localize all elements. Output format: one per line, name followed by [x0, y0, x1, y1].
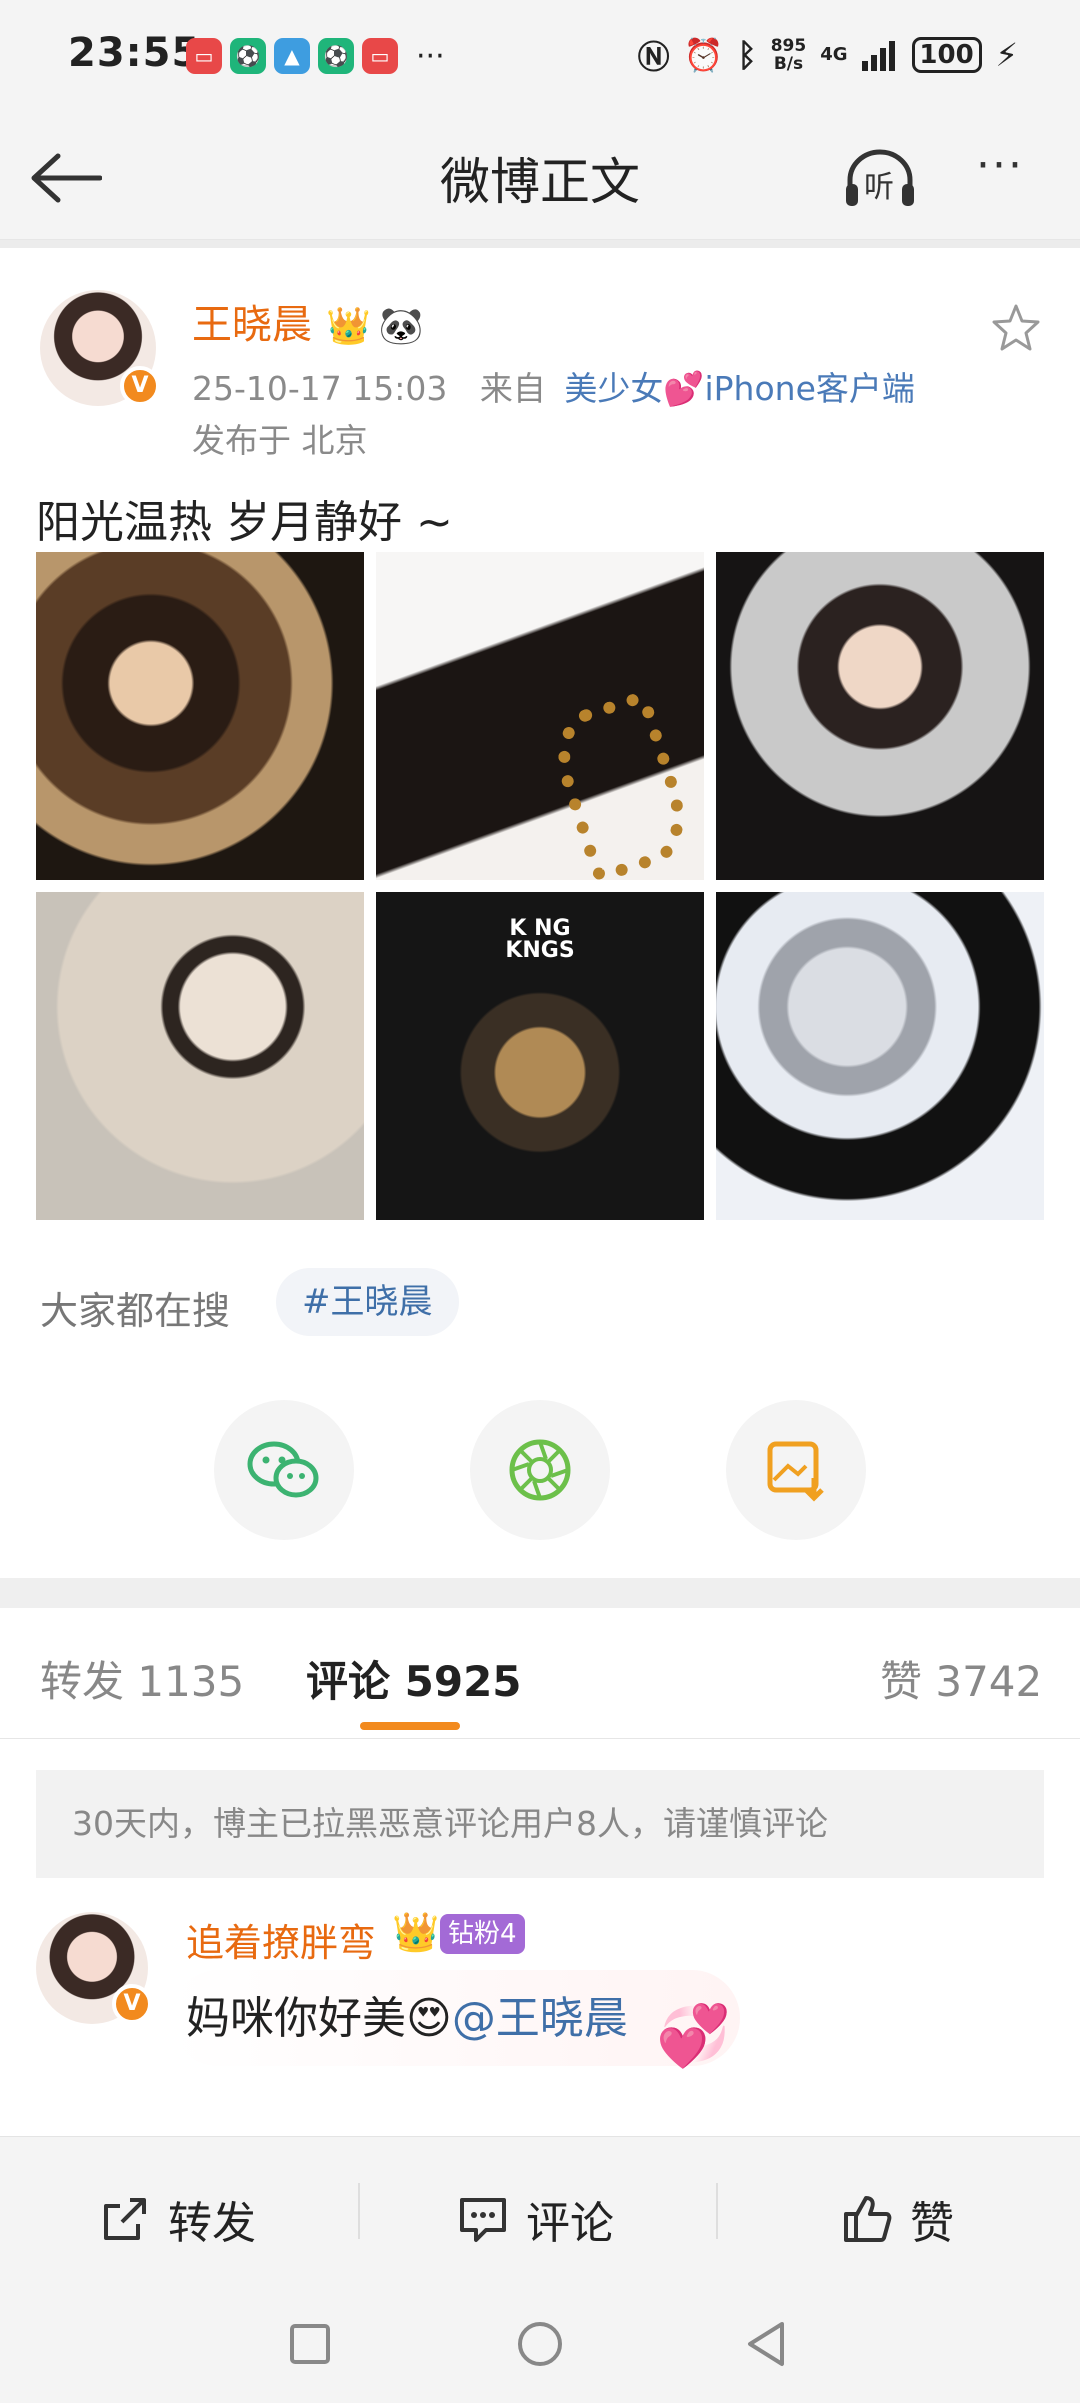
network-type: 4G: [820, 44, 848, 65]
comment-label: 评论: [526, 2198, 614, 2249]
crown-icon: 👑: [326, 306, 371, 347]
post-photo-3[interactable]: [716, 552, 1044, 880]
top-nav-bar: 微博正文 听 ···: [0, 112, 1080, 240]
commenter-name[interactable]: 追着撩胖弯: [186, 1912, 376, 1967]
game-app-icon: ▲: [274, 38, 310, 74]
post-location: 发布于 北京: [192, 421, 368, 460]
verified-badge-icon: V: [120, 366, 160, 406]
notification-icons: ▭ ⚽ ▲ ⚽ ▭ ···: [186, 38, 445, 74]
charging-icon: ⚡: [995, 36, 1018, 74]
mention-link[interactable]: @王晓晨: [452, 1993, 628, 2044]
author-name[interactable]: 王晓晨 👑 🐼: [192, 292, 424, 350]
post-photo-5[interactable]: K NG KNGS: [376, 892, 704, 1220]
status-indicators: Ⓝ ⏰ ᛒ 895 B/s 4G 100 ⚡: [638, 32, 1018, 78]
repost-button[interactable]: 转发: [100, 2187, 256, 2251]
active-tab-indicator: [360, 1722, 460, 1730]
tab-divider: [0, 1738, 1080, 1739]
comment-notice: 30天内，博主已拉黑恶意评论用户8人，请谨慎评论: [36, 1770, 1044, 1878]
alarm-icon: ⏰: [683, 36, 724, 74]
repost-icon: [104, 2198, 146, 2240]
more-options-button[interactable]: ···: [976, 140, 1024, 191]
recents-square-icon[interactable]: [288, 2322, 332, 2366]
tab-repost[interactable]: 转发 1135: [40, 1648, 244, 1709]
system-navigation-bar: [0, 2286, 1080, 2403]
red-book-icon: ▭: [186, 38, 222, 74]
post-photo-4[interactable]: [36, 892, 364, 1220]
share-wechat-button[interactable]: [214, 1400, 354, 1540]
divider: [0, 240, 1080, 248]
couple-sticker-icon: 💞: [656, 2001, 731, 2071]
listen-button[interactable]: 听: [842, 146, 918, 210]
post-photo-1[interactable]: [36, 552, 364, 880]
magazine-masthead: K NG KNGS: [505, 916, 575, 963]
repost-label: 转发: [168, 2198, 256, 2249]
sports-app-icon-2: ⚽: [318, 38, 354, 74]
camera-shutter-icon: [509, 1439, 571, 1501]
tab-like[interactable]: 赞 3742: [880, 1648, 1042, 1709]
comment-icon: [460, 2198, 506, 2242]
like-label: 赞: [910, 2198, 954, 2249]
sports-app-icon: ⚽: [230, 38, 266, 74]
source-prefix: 来自: [479, 369, 546, 408]
bottom-action-bar: 转发 评论 赞: [0, 2136, 1080, 2286]
signal-icon: [861, 41, 895, 71]
action-divider: [716, 2183, 718, 2239]
post-photo-2[interactable]: [376, 552, 704, 880]
comment-button[interactable]: 评论: [458, 2187, 614, 2251]
nfc-icon: Ⓝ: [637, 38, 670, 76]
bluetooth-icon: ᛒ: [737, 36, 757, 74]
save-image-button[interactable]: [726, 1400, 866, 1540]
battery-indicator: 100: [911, 37, 982, 73]
post-time: 25-10-17 15:03: [192, 369, 448, 408]
panda-icon: 🐼: [378, 306, 424, 347]
jeweled-headpiece: [542, 689, 700, 880]
net-speed: 895 B/s: [770, 36, 807, 74]
tab-comment[interactable]: 评论 5925: [306, 1648, 522, 1709]
post-photo-6[interactable]: [716, 892, 1044, 1220]
home-circle-icon[interactable]: [516, 2320, 564, 2368]
back-triangle-icon[interactable]: [744, 2320, 788, 2368]
fan-level-badge: 钻粉4: [440, 1914, 525, 1954]
comment-text: 妈咪你好美😍@王晓晨: [186, 1993, 628, 2044]
like-button[interactable]: 赞: [842, 2187, 954, 2251]
section-divider: [0, 1578, 1080, 1608]
page-title: 微博正文: [440, 153, 640, 211]
listen-label: 听: [864, 170, 894, 205]
wechat-icon: [247, 1441, 319, 1498]
verified-badge-icon: V: [112, 1984, 152, 2024]
favorite-star-icon[interactable]: [990, 302, 1042, 352]
share-moments-button[interactable]: [470, 1400, 610, 1540]
action-divider: [358, 2183, 360, 2239]
post-text: 阳光温热 岁月静好 ~: [36, 497, 453, 548]
save-image-icon: [767, 1441, 824, 1502]
hot-search-tag[interactable]: #王晓晨: [276, 1268, 459, 1336]
fan-crown-icon: 👑: [392, 1910, 440, 1954]
hot-search-label: 大家都在搜: [40, 1289, 231, 1333]
more-notifications-icon: ···: [416, 38, 445, 74]
thumbs-up-icon: [844, 2196, 892, 2242]
post-meta: 25-10-17 15:03 来自 美少女💕iPhone客户端: [192, 362, 915, 410]
status-bar: 23:55 ▭ ⚽ ▲ ⚽ ▭ ··· Ⓝ ⏰ ᛒ 895 B/s 4G 100 …: [0, 0, 1080, 112]
red-book-icon-2: ▭: [362, 38, 398, 74]
commenter-avatar[interactable]: V: [36, 1912, 152, 2024]
status-time: 23:55: [68, 30, 201, 76]
post-source[interactable]: 美少女💕iPhone客户端: [564, 369, 914, 408]
author-avatar[interactable]: V: [40, 290, 160, 406]
